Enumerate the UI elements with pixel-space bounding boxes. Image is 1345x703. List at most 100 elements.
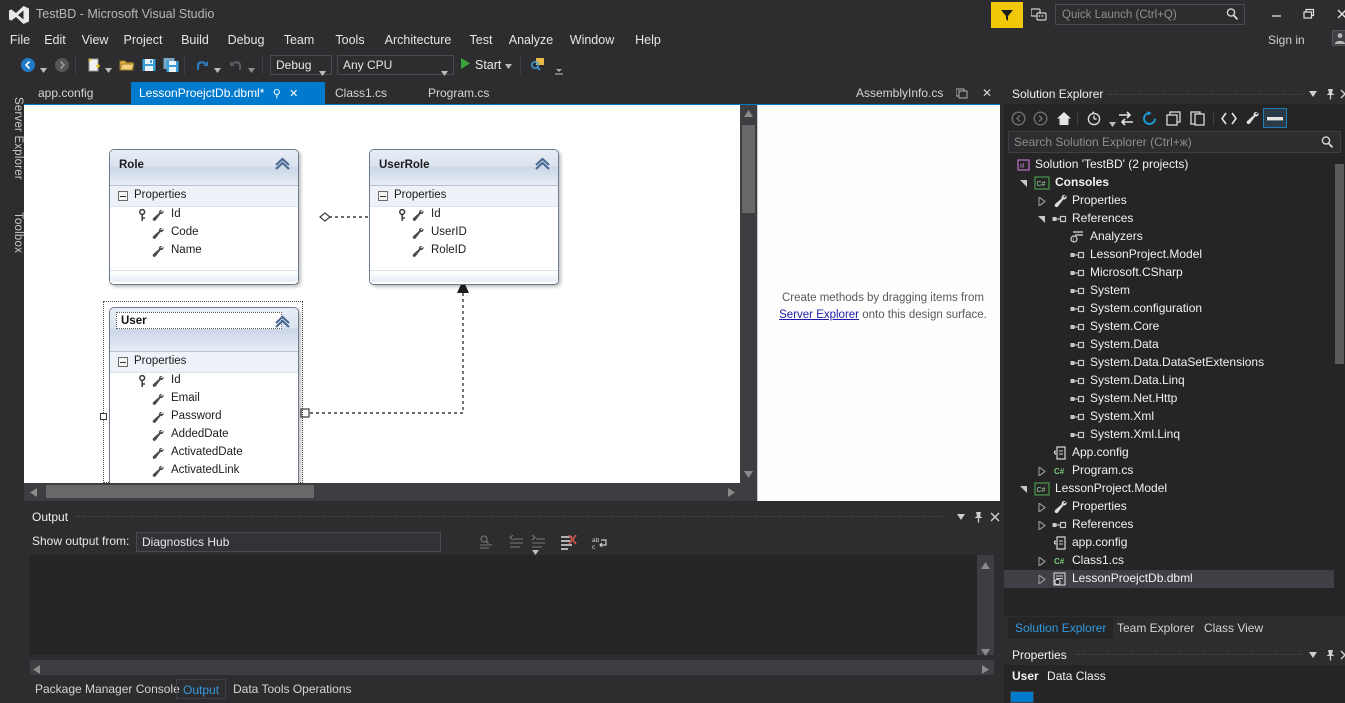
methods-pane[interactable]: Create methods by dragging items from Se… xyxy=(757,105,1000,501)
tab-class1-cs[interactable]: Class1.cs xyxy=(327,82,395,104)
properties-section-header[interactable]: Properties xyxy=(110,352,298,373)
server-explorer-link[interactable]: Server Explorer xyxy=(779,309,859,321)
menu-view[interactable]: View xyxy=(78,28,112,52)
navigate-forward-icon[interactable] xyxy=(52,55,72,75)
pin-icon[interactable] xyxy=(970,509,986,525)
collapse-all-icon[interactable] xyxy=(1164,108,1184,128)
redo-icon[interactable] xyxy=(226,55,246,75)
collapse-section-icon[interactable] xyxy=(118,191,128,201)
go-to-previous-icon[interactable] xyxy=(506,533,526,552)
find-icon[interactable] xyxy=(528,55,548,75)
tab-program-cs[interactable]: Program.cs xyxy=(420,82,497,104)
entity-property[interactable]: Code xyxy=(110,225,298,243)
entity-property[interactable]: UserID xyxy=(370,225,558,243)
close-button[interactable] xyxy=(1330,4,1345,24)
tree-node-lessonproject-model[interactable]: C# LessonProject.Model xyxy=(1004,480,1345,498)
tree-node-app-config[interactable]: App.config xyxy=(1004,444,1345,462)
tree-node-class1-cs[interactable]: C# Class1.cs xyxy=(1004,552,1345,570)
entity-property[interactable]: RoleID xyxy=(370,243,558,261)
tree-node-reference[interactable]: System.Data xyxy=(1004,336,1345,354)
search-icon[interactable] xyxy=(1321,135,1334,152)
solution-tree[interactable]: sl Solution 'TestBD' (2 projects) C# Con… xyxy=(1004,156,1345,608)
clear-all-icon[interactable] xyxy=(559,533,579,552)
send-feedback-button[interactable] xyxy=(991,2,1023,28)
view-code-icon[interactable] xyxy=(1219,108,1239,128)
expander-collapsed-icon[interactable] xyxy=(1036,516,1048,534)
new-project-icon[interactable] xyxy=(84,55,104,75)
entity-role[interactable]: Role Properties Id Code Name xyxy=(109,149,299,285)
menu-architecture[interactable]: Architecture xyxy=(381,28,455,52)
tab-solution-explorer[interactable]: Solution Explorer xyxy=(1008,617,1114,639)
tab-lessonproejctdb-dbml[interactable]: LessonProejctDb.dbml* ⚲ ✕ xyxy=(131,82,325,104)
entity-property[interactable]: Password xyxy=(110,409,298,427)
designer-vscroll-thumb[interactable] xyxy=(742,125,755,213)
collapse-section-icon[interactable] xyxy=(378,191,388,201)
menu-team[interactable]: Team xyxy=(281,28,317,52)
maximize-button[interactable] xyxy=(1297,4,1321,24)
tab-output[interactable]: Output xyxy=(176,679,227,699)
save-all-icon[interactable] xyxy=(161,55,181,75)
scroll-down-icon[interactable] xyxy=(981,645,990,659)
properties-section-header[interactable]: Properties xyxy=(110,186,298,207)
save-icon[interactable] xyxy=(139,55,159,75)
menu-build[interactable]: Build xyxy=(177,28,213,52)
find-message-icon[interactable] xyxy=(476,533,496,552)
entity-property[interactable]: AddedDate xyxy=(110,427,298,445)
toolbar-overflow-icon[interactable] xyxy=(549,61,569,81)
pin-icon[interactable] xyxy=(1322,87,1338,101)
solution-platform-combo[interactable]: Any CPU xyxy=(337,55,454,76)
tab-package-manager-console[interactable]: Package Manager Console xyxy=(29,679,186,699)
send-a-smile-icon[interactable] xyxy=(1028,5,1050,25)
tree-node-analyzers[interactable]: i Analyzers xyxy=(1004,228,1345,246)
output-source-combo[interactable]: Diagnostics Hub xyxy=(136,532,539,555)
expander-collapsed-icon[interactable] xyxy=(1036,498,1048,516)
entity-name-editor[interactable]: User xyxy=(116,312,282,329)
tab-app-config[interactable]: app.config xyxy=(30,82,101,104)
quick-launch-box[interactable] xyxy=(1055,4,1245,25)
tree-node-reference[interactable]: Microsoft.CSharp xyxy=(1004,264,1345,282)
tree-node-solution[interactable]: sl Solution 'TestBD' (2 projects) xyxy=(1004,156,1345,174)
tree-node-lessonproejctdb-dbml[interactable]: LessonProejctDb.dbml xyxy=(1004,570,1345,588)
properties-toolbar[interactable] xyxy=(1010,691,1034,703)
tree-node-reference[interactable]: LessonProject.Model xyxy=(1004,246,1345,264)
open-file-icon[interactable] xyxy=(117,55,137,75)
tree-node-reference[interactable]: System.Xml.Linq xyxy=(1004,426,1345,444)
search-input[interactable] xyxy=(1009,132,1309,152)
tab-team-explorer[interactable]: Team Explorer xyxy=(1110,617,1201,639)
output-horizontal-scrollbar[interactable] xyxy=(30,660,994,675)
tree-node-reference[interactable]: System xyxy=(1004,282,1345,300)
collapse-chevron-icon[interactable] xyxy=(534,157,551,173)
sidebar-item-server-explorer[interactable]: Server Explorer xyxy=(0,88,24,188)
search-solution-explorer-box[interactable] xyxy=(1008,131,1341,153)
expander-expanded-icon[interactable] xyxy=(1036,210,1048,228)
design-surface[interactable]: Role Properties Id Code Name UserRole Pr… xyxy=(24,105,740,483)
collapse-chevron-icon[interactable] xyxy=(274,157,291,173)
designer-vertical-scrollbar[interactable] xyxy=(740,105,757,483)
minimize-button[interactable] xyxy=(1264,4,1288,24)
entity-property[interactable]: Id xyxy=(110,207,298,225)
go-to-next-icon[interactable] xyxy=(528,533,548,552)
output-vertical-scrollbar[interactable] xyxy=(977,555,994,656)
tree-node-properties[interactable]: Properties xyxy=(1004,192,1345,210)
pin-icon[interactable]: ⚲ xyxy=(273,83,281,105)
expander-expanded-icon[interactable] xyxy=(1018,174,1030,192)
expander-collapsed-icon[interactable] xyxy=(1036,552,1048,570)
undo-dropdown-icon[interactable] xyxy=(214,62,221,73)
scroll-left-icon[interactable] xyxy=(33,663,40,677)
tab-assemblyinfo-cs[interactable]: AssemblyInfo.cs xyxy=(850,82,949,104)
quick-launch-input[interactable] xyxy=(1056,5,1216,24)
tab-data-tools-operations[interactable]: Data Tools Operations xyxy=(227,679,358,699)
menu-tools[interactable]: Tools xyxy=(331,28,369,52)
tree-node-reference[interactable]: System.Core xyxy=(1004,318,1345,336)
solution-explorer-scroll-thumb[interactable] xyxy=(1335,164,1344,364)
menu-debug[interactable]: Debug xyxy=(224,28,268,52)
tree-node-program-cs[interactable]: C# Program.cs xyxy=(1004,462,1345,480)
tree-node-properties[interactable]: Properties xyxy=(1004,498,1345,516)
navigate-back-dropdown-icon[interactable] xyxy=(40,62,47,73)
back-icon[interactable] xyxy=(1008,108,1028,128)
scroll-up-icon[interactable] xyxy=(740,105,757,122)
tree-node-reference[interactable]: System.Data.Linq xyxy=(1004,372,1345,390)
solution-configuration-combo[interactable]: Debug xyxy=(270,55,332,76)
pending-changes-icon[interactable] xyxy=(1084,108,1104,128)
properties-wrench-icon[interactable] xyxy=(1242,108,1262,128)
